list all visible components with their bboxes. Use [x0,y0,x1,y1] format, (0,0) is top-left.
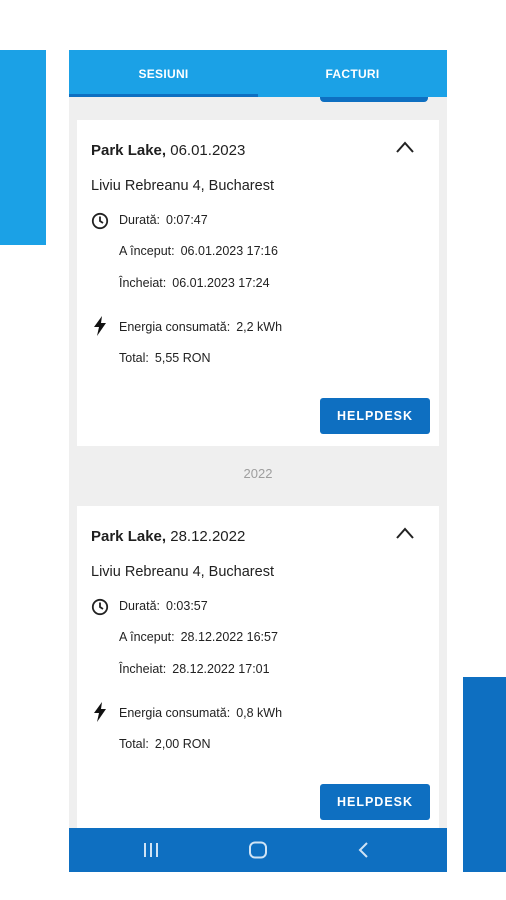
recent-apps-icon[interactable] [142,841,160,859]
session-date: 06.01.2023 [170,142,246,159]
tab-sesiuni[interactable]: SESIUNI [69,50,258,97]
session-card: Park Lake, 06.01.2023 Liviu Rebreanu 4, … [77,120,439,446]
ended-label: Încheiat: [119,662,167,676]
total-label: Total: [119,351,149,365]
session-title: Park Lake, 28.12.2022 [91,528,245,545]
chevron-up-icon[interactable] [395,140,415,154]
energy-label: Energia consumată: [119,320,231,334]
energy-row: Energia consumată: 2,2 kWh [119,320,282,334]
tab-bar: SESIUNI FACTURI [69,50,447,97]
clock-icon [91,598,109,616]
started-value: 28.12.2022 16:57 [180,630,278,644]
started-value: 06.01.2023 17:16 [180,244,278,258]
side-banner-left [0,50,46,272]
energy-row: Energia consumată: 0,8 kWh [119,706,282,720]
started-label: A început: [119,630,175,644]
phone-screen: SESIUNI FACTURI Park Lake, 06.01.2023 Li… [69,50,447,872]
chevron-up-icon[interactable] [395,526,415,540]
car-icon [0,256,20,272]
back-icon[interactable] [357,841,371,859]
helpdesk-button[interactable]: HELPDESK [320,398,430,434]
started-label: A început: [119,244,175,258]
duration-value: 0:07:47 [166,213,208,227]
duration-label: Durată: [119,599,160,613]
total-row: Total: 2,00 RON [119,737,210,751]
duration-row: Durată: 0:03:57 [119,599,208,613]
energy-label: Energia consumată: [119,706,231,720]
previous-helpdesk-button-edge [320,97,428,102]
tab-facturi[interactable]: FACTURI [258,50,447,97]
tab-active-indicator [69,94,258,97]
session-location: Park Lake, [91,528,167,545]
session-card: Park Lake, 28.12.2022 Liviu Rebreanu 4, … [77,506,439,872]
total-label: Total: [119,737,149,751]
ended-row: Încheiat: 28.12.2022 17:01 [119,662,270,676]
total-value: 2,00 RON [154,737,211,751]
ended-row: Încheiat: 06.01.2023 17:24 [119,276,270,290]
total-value: 5,55 RON [154,351,211,365]
ended-value: 28.12.2022 17:01 [172,662,270,676]
lightning-icon [94,702,106,722]
session-date: 28.12.2022 [170,528,246,545]
started-row: A început: 06.01.2023 17:16 [119,244,278,258]
ended-label: Încheiat: [119,276,167,290]
session-location: Park Lake, [91,142,167,159]
ended-value: 06.01.2023 17:24 [172,276,270,290]
home-icon[interactable] [248,841,268,859]
session-title: Park Lake, 06.01.2023 [91,142,245,159]
energy-value: 0,8 kWh [236,706,283,720]
year-separator: 2022 [243,466,273,481]
started-row: A început: 28.12.2022 16:57 [119,630,278,644]
system-navigation-bar [69,828,447,872]
duration-value: 0:03:57 [166,599,208,613]
helpdesk-button[interactable]: HELPDESK [320,784,430,820]
lightning-icon [94,316,106,336]
duration-row: Durată: 0:07:47 [119,213,208,227]
session-address: Liviu Rebreanu 4, Bucharest [91,564,274,580]
session-address: Liviu Rebreanu 4, Bucharest [91,178,274,194]
clock-icon [91,212,109,230]
total-row: Total: 5,55 RON [119,351,210,365]
side-banner-right [463,677,506,872]
duration-label: Durată: [119,213,160,227]
energy-value: 2,2 kWh [236,320,283,334]
